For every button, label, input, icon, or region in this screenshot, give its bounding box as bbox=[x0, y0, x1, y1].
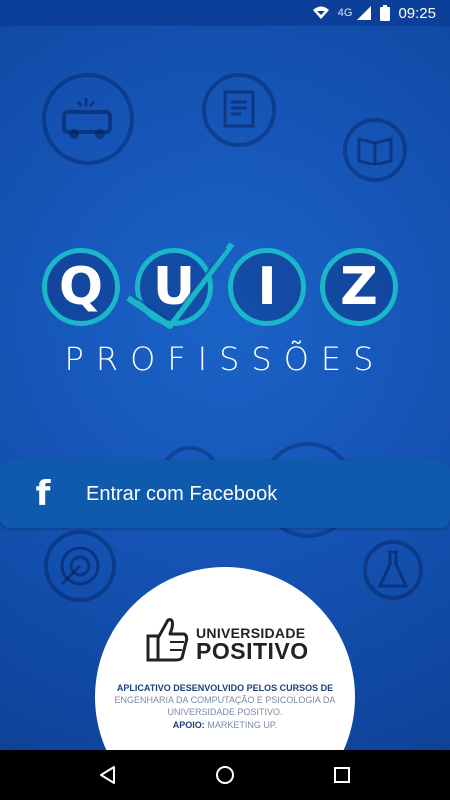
support-text: APOIO: MARKETING UP. bbox=[110, 720, 340, 730]
facebook-icon: f bbox=[35, 474, 51, 514]
diploma-icon bbox=[202, 73, 276, 147]
support-label: APOIO: bbox=[172, 720, 205, 730]
network-type: 4G bbox=[337, 7, 353, 19]
quiz-letter-z: Z bbox=[320, 248, 398, 326]
quiz-letter-i: I bbox=[228, 248, 306, 326]
status-time: 09:25 bbox=[398, 4, 436, 22]
network-signal-icon bbox=[356, 5, 372, 21]
flask-icon bbox=[363, 540, 423, 600]
checkmark-icon bbox=[126, 242, 235, 329]
delivery-truck-icon bbox=[42, 73, 134, 165]
quiz-letter-q: Q bbox=[42, 248, 120, 326]
signal-extra-icon bbox=[312, 6, 330, 20]
status-bar: 4G 09:25 bbox=[0, 0, 450, 26]
app-credit-text: APLICATIVO DESENVOLVIDO PELOS CURSOS DE … bbox=[110, 682, 340, 718]
recents-icon[interactable] bbox=[327, 760, 357, 790]
home-icon[interactable] bbox=[210, 760, 240, 790]
back-icon[interactable] bbox=[93, 760, 123, 790]
app-screen: 4G 09:25 Q U I Z PROFISSÕES f Entrar com… bbox=[0, 0, 450, 800]
logo-subtitle: PROFISSÕES bbox=[64, 340, 386, 378]
app-credit-rest: ENGENHARIA DA COMPUTAÇÃO E PSICOLOGIA DA… bbox=[114, 695, 336, 717]
book-icon bbox=[343, 118, 407, 182]
navigation-bar bbox=[0, 750, 450, 800]
target-icon bbox=[44, 530, 116, 602]
battery-icon bbox=[380, 5, 391, 21]
university-name-line2: POSITIVO bbox=[196, 638, 309, 664]
facebook-login-label: Entrar com Facebook bbox=[86, 482, 278, 505]
facebook-login-button[interactable]: f Entrar com Facebook bbox=[0, 460, 450, 528]
support-value: MARKETING UP. bbox=[207, 720, 278, 730]
thumbs-up-logo-icon bbox=[146, 618, 189, 662]
app-credit-bold: APLICATIVO DESENVOLVIDO PELOS CURSOS DE bbox=[116, 683, 334, 693]
